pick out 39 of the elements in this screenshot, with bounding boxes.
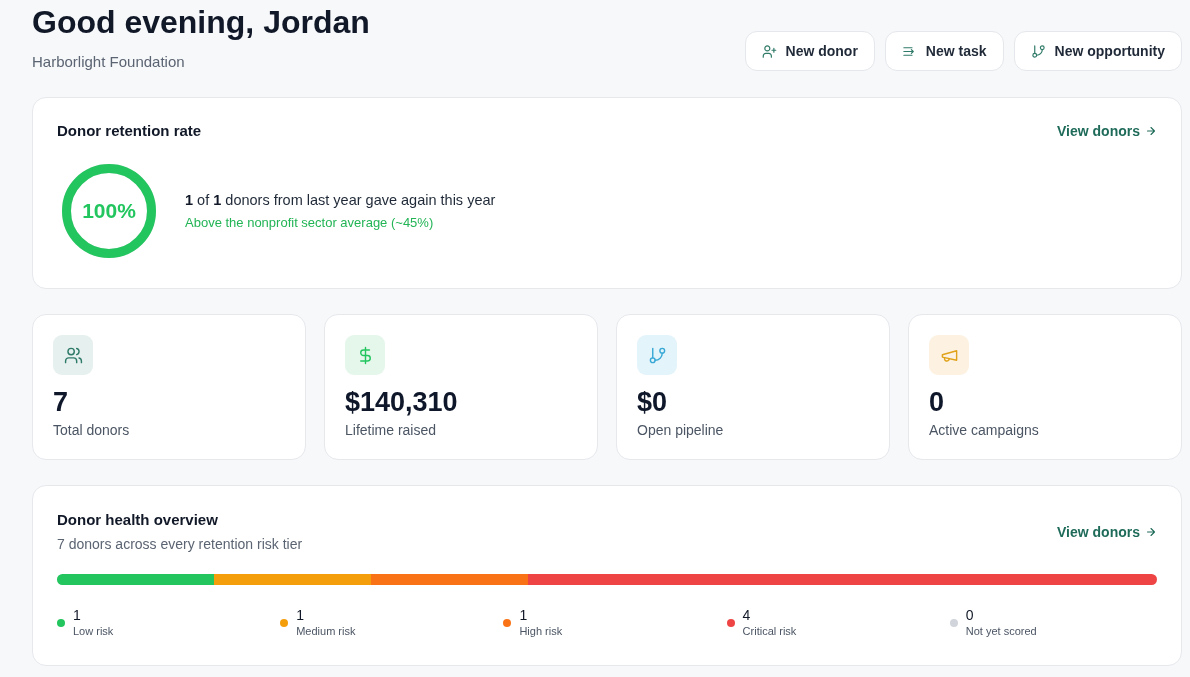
people-icon xyxy=(53,335,93,375)
dollar-icon xyxy=(345,335,385,375)
stat-label: Total donors xyxy=(53,421,131,439)
stat-value: $140,310 xyxy=(345,386,459,418)
stat-label: Open pipeline xyxy=(637,421,725,439)
ring-percent: 100% xyxy=(82,199,136,223)
arrow-right-icon xyxy=(1145,125,1157,137)
action-button[interactable]: New opportunity xyxy=(1013,31,1182,71)
tier-count: 0 xyxy=(965,606,975,624)
action-button[interactable]: New task xyxy=(884,31,1004,71)
stat-label: Lifetime raised xyxy=(345,421,438,439)
tier-count: 1 xyxy=(296,606,305,624)
tier-label: Critical risk xyxy=(742,624,797,639)
retention-summary: 1 of 1 donors from last year gave again this year xyxy=(185,191,496,210)
tier-label: High risk xyxy=(519,624,563,639)
tier-label: Medium risk xyxy=(296,624,356,639)
branch-icon xyxy=(637,335,677,375)
stat-value: $0 xyxy=(637,386,669,418)
page-title: Good evening, Jordan xyxy=(32,3,370,42)
card-subtitle: 7 donors across every retention risk tier xyxy=(57,535,303,553)
tier-count: 4 xyxy=(742,606,752,624)
branch-icon xyxy=(1030,43,1046,59)
stat-value: 0 xyxy=(929,386,946,418)
card-title: Donor retention rate xyxy=(57,121,202,141)
megaphone-icon xyxy=(929,335,969,375)
tier-count: 1 xyxy=(73,606,82,624)
organization-name: Harborlight Foundation xyxy=(32,52,186,72)
view-donors-link[interactable]: View donors xyxy=(1057,523,1157,540)
stat-value: 7 xyxy=(53,386,70,418)
tier-count: 1 xyxy=(519,606,529,624)
person-plus-icon xyxy=(761,43,777,59)
tier-label: Not yet scored xyxy=(965,624,1037,639)
card-title: Donor health overview xyxy=(57,510,219,530)
stat-label: Active campaigns xyxy=(929,421,1040,439)
tier-label: Low risk xyxy=(73,624,114,639)
view-donors-link[interactable]: View donors xyxy=(1057,123,1157,139)
retention-note: Above the nonprofit sector average (~45%) xyxy=(185,214,435,232)
arrow-right-icon xyxy=(1145,525,1157,538)
action-button[interactable]: New donor xyxy=(744,31,875,71)
